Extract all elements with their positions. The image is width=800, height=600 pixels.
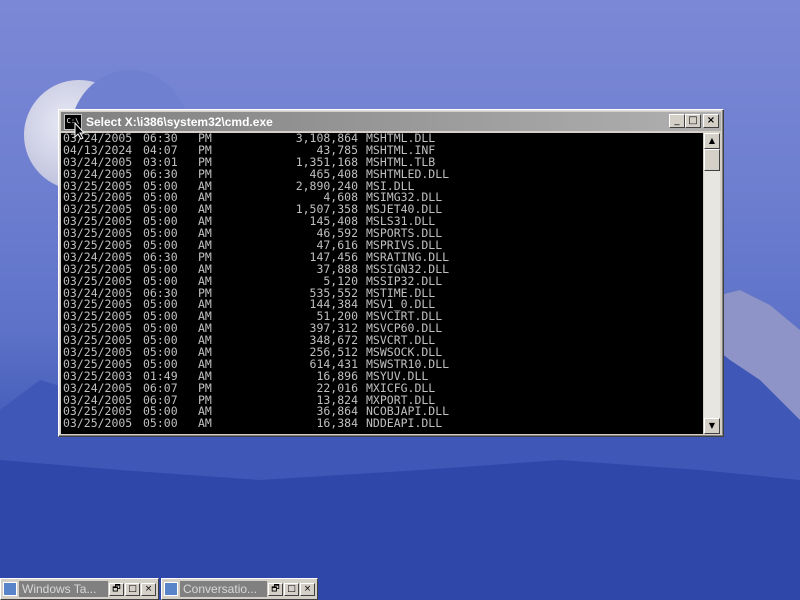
window-icon: [164, 582, 178, 596]
taskbar-window-title: Conversatio...: [180, 581, 267, 597]
restore-button[interactable]: 🗗: [268, 582, 283, 596]
taskbar-window-windows-task[interactable]: Windows Ta... 🗗 □ ×: [0, 578, 159, 600]
scroll-thumb[interactable]: [704, 149, 720, 171]
taskbar-window-title: Windows Ta...: [19, 581, 108, 597]
close-button[interactable]: ×: [300, 582, 315, 596]
console-titlebar[interactable]: C:\ Select X:\i386\system32\cmd.exe _ □ …: [61, 112, 721, 131]
maximize-button[interactable]: □: [125, 582, 140, 596]
console-window: C:\ Select X:\i386\system32\cmd.exe _ □ …: [58, 109, 724, 437]
listing-ampm: AM: [198, 416, 212, 431]
listing-date: 03/25/2005: [63, 416, 133, 431]
scroll-up-button[interactable]: ▲: [704, 133, 720, 149]
window-title: Select X:\i386\system32\cmd.exe: [86, 114, 273, 129]
maximize-button[interactable]: □: [284, 582, 299, 596]
vertical-scrollbar[interactable]: ▲ ▼: [704, 133, 720, 434]
listing-name: NDDEAPI.DLL: [366, 416, 443, 431]
maximize-button[interactable]: □: [685, 114, 701, 128]
console-output[interactable]: 03/24/2005 06:30 PM 3,108,864 MSHTML.DLL 04/1…: [61, 133, 703, 434]
listing-row: 03/25/2005 05:00 AM 16,384 NDDEAPI.DLL: [63, 416, 449, 431]
close-button[interactable]: ×: [141, 582, 156, 596]
mouse-pointer-icon: [74, 122, 86, 140]
restore-button[interactable]: 🗗: [109, 582, 124, 596]
directory-listing: 03/24/2005 06:30 PM 3,108,864 MSHTML.DLL 04/1…: [63, 133, 449, 430]
close-button[interactable]: ×: [703, 114, 719, 128]
window-icon: [3, 582, 17, 596]
minimize-button[interactable]: _: [669, 114, 685, 128]
taskbar-window-conversation[interactable]: Conversatio... 🗗 □ ×: [161, 578, 318, 600]
scroll-down-button[interactable]: ▼: [704, 418, 720, 434]
listing-time: 05:00: [143, 416, 178, 431]
listing-size: 16,384: [316, 416, 358, 431]
